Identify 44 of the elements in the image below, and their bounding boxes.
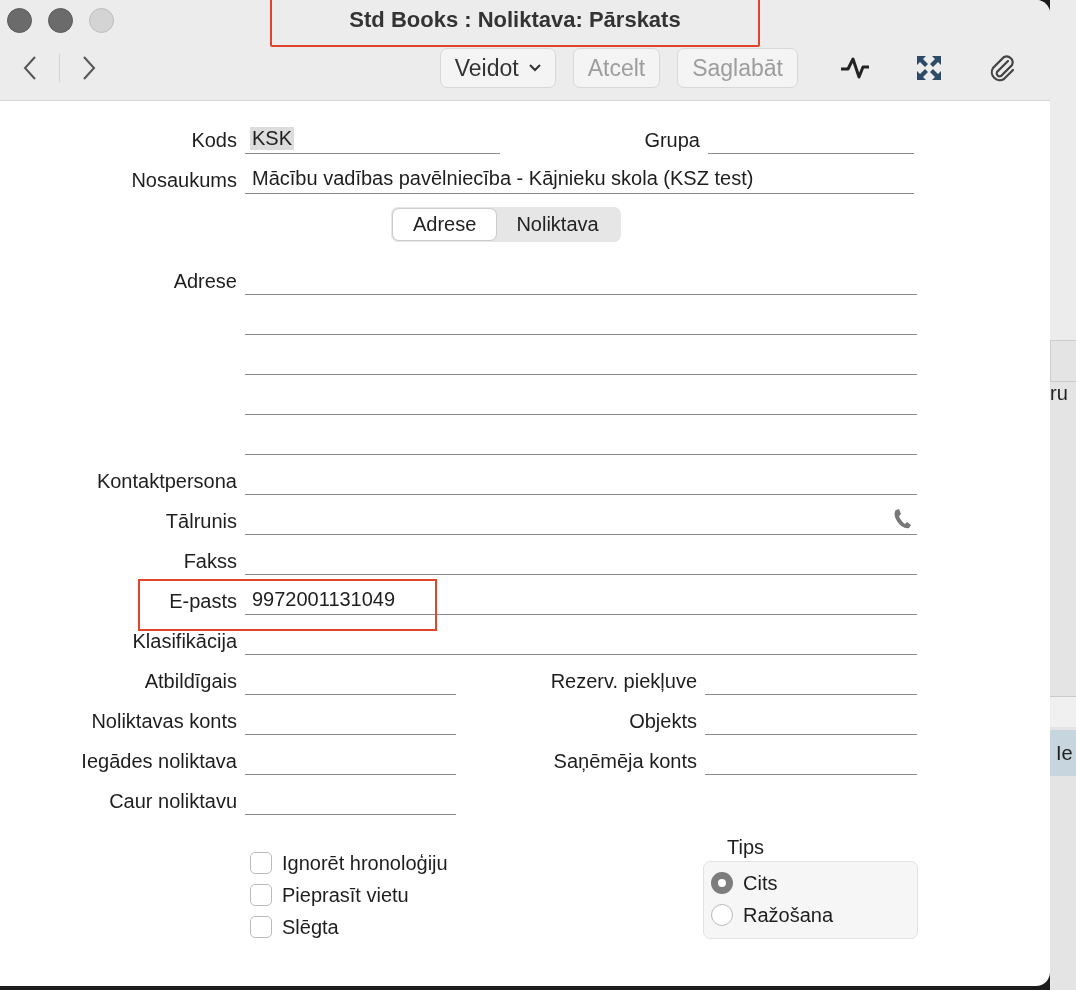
input-field[interactable]: KSK <box>245 124 500 154</box>
chevron-icon <box>528 64 541 72</box>
field-label: Kontaktpersona <box>95 469 238 494</box>
field-label: Fakss <box>182 549 238 574</box>
field-label: Klasifikācija <box>131 629 238 654</box>
pulse-icon[interactable] <box>840 55 870 81</box>
field-label: Objekts <box>628 709 698 734</box>
back-icon[interactable] <box>22 55 38 81</box>
field-label: Adrese <box>172 269 238 294</box>
checkbox[interactable] <box>250 916 272 938</box>
window-title: Std Books : Noliktava: Pārskats <box>349 7 681 33</box>
radio-button[interactable] <box>711 904 733 926</box>
tab[interactable]: Noliktava <box>496 209 619 240</box>
checkbox[interactable] <box>250 884 272 906</box>
field-label: Saņēmēja konts <box>552 749 698 774</box>
input-field[interactable]: Mācību vadības pavēlniecība - Kājnieku skola (KSZ test) <box>245 164 914 194</box>
close-button[interactable] <box>7 7 32 33</box>
window-text: ru <box>1050 382 1068 405</box>
field-label: Atbildīgais <box>143 669 238 694</box>
field-label: Caur noliktavu <box>108 789 238 814</box>
checkbox-label: Pieprasīt vietu <box>282 883 409 907</box>
field-label: Iegādes noliktava <box>80 749 238 774</box>
phone-icon[interactable] <box>893 508 913 530</box>
minimize-button[interactable] <box>48 7 73 33</box>
field-label: Noliktavas konts <box>90 709 238 734</box>
field-label: Nosaukums <box>130 168 238 193</box>
radio-label: Ražošana <box>743 903 834 927</box>
group-title: Tips <box>726 835 766 859</box>
tab[interactable]: Adrese <box>393 209 497 240</box>
field-label: E-pasts <box>168 589 238 614</box>
window-text: Ie <box>1056 741 1073 765</box>
radio-button[interactable] <box>711 872 733 894</box>
field-label: Kods <box>190 128 238 153</box>
field-label: Grupa <box>643 128 701 153</box>
checkbox[interactable] <box>250 852 272 874</box>
field-label: Tālrunis <box>164 509 238 534</box>
field-label: Rezerv. piekļuve <box>549 669 698 694</box>
input-field[interactable]: 9972001131049 <box>245 585 917 615</box>
radio-label: Cits <box>743 871 778 895</box>
forward-icon[interactable] <box>81 55 97 81</box>
checkbox-label: Slēgta <box>282 915 339 939</box>
expand-icon[interactable] <box>915 54 943 82</box>
checkbox-label: Ignorēt hronoloģiju <box>282 851 448 875</box>
menu-button[interactable]: Veidot <box>439 48 556 88</box>
